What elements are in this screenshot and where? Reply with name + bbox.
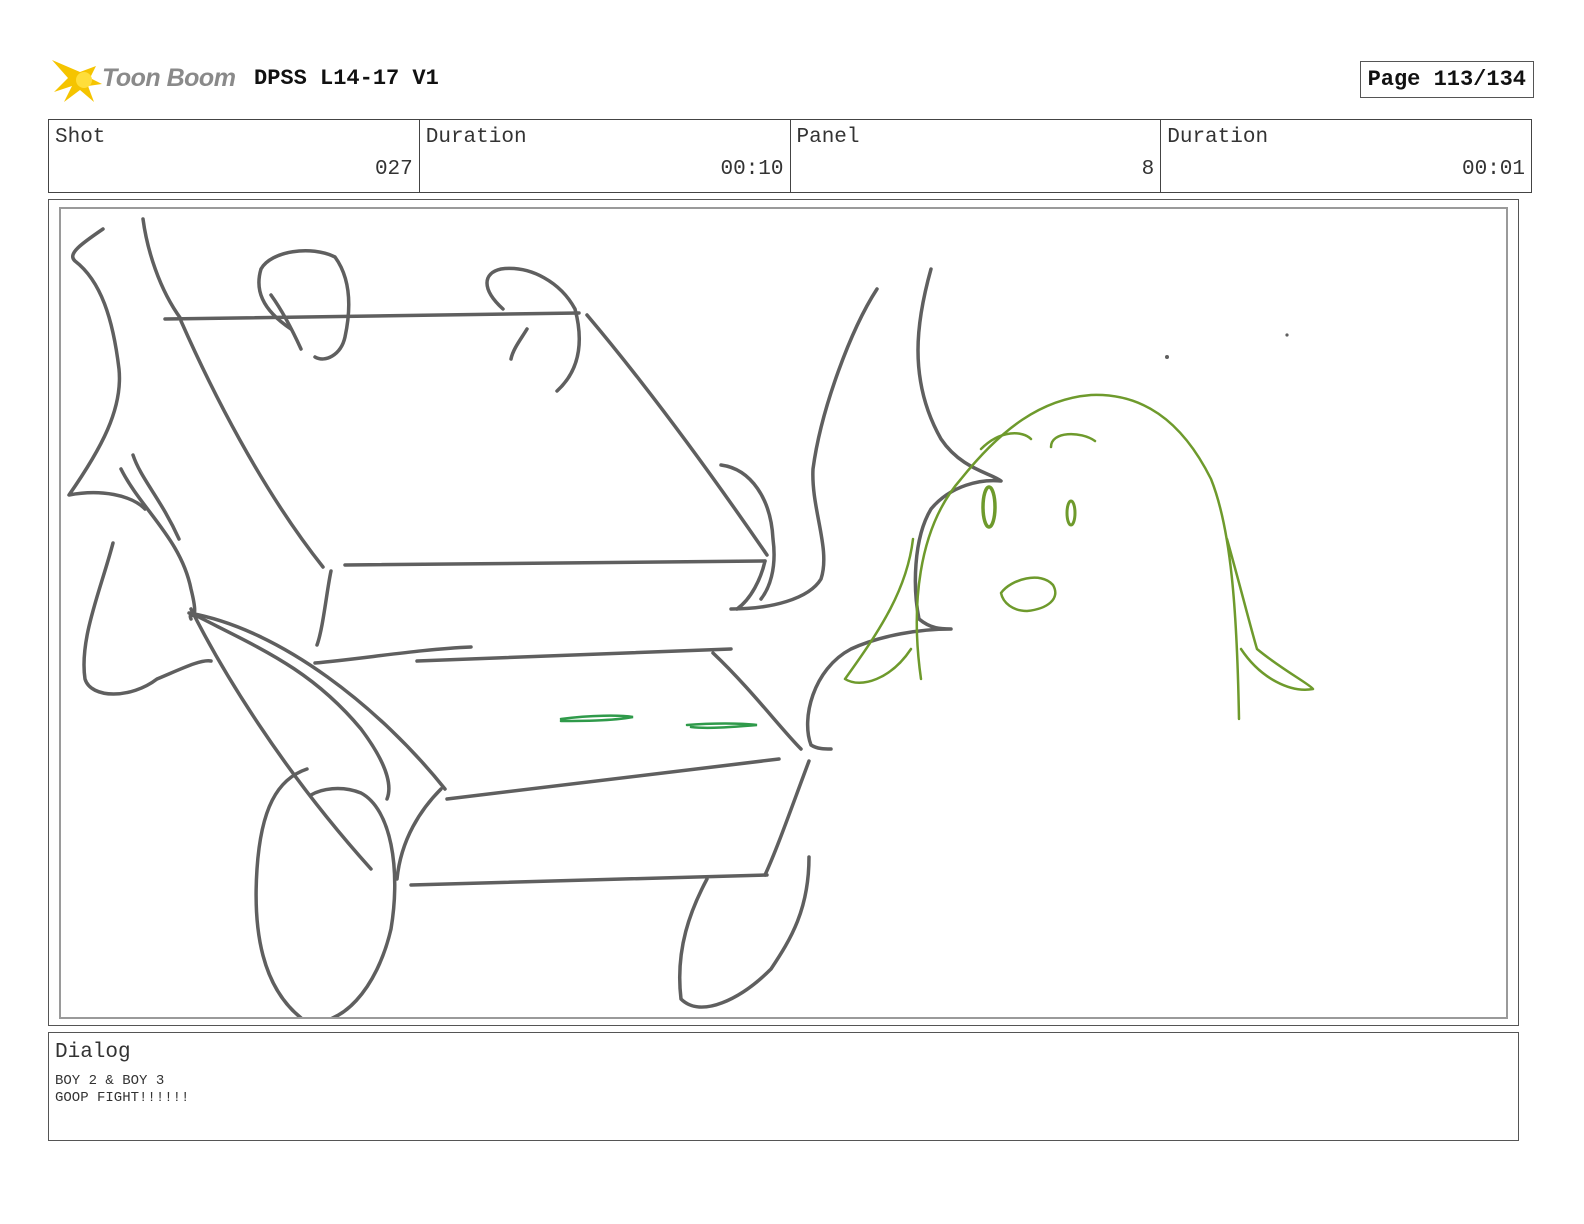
page-header: Toon Boom DPSS L14-17 V1 Page 113/134 (50, 52, 1534, 108)
dialog-line: BOY 2 & BOY 3 (55, 1073, 165, 1089)
storyboard-panel-frame (48, 199, 1519, 1026)
shot-duration-value: 00:10 (720, 158, 784, 181)
shot-duration-cell: Duration 00:10 (420, 120, 791, 192)
logo-burst-icon (52, 60, 102, 102)
goop-splash-marks (559, 714, 758, 730)
dialog-text: BOY 2 & BOY 3 GOOP FIGHT!!!!!! (55, 1073, 189, 1107)
panel-duration-value: 00:01 (1461, 158, 1525, 181)
dialog-box: Dialog BOY 2 & BOY 3 GOOP FIGHT!!!!!! (48, 1032, 1519, 1141)
dialog-line: GOOP FIGHT!!!!!! (55, 1090, 190, 1106)
cart-box-sketch (163, 311, 811, 887)
hands-sketch (257, 249, 1003, 751)
storyboard-sketch (67, 217, 1315, 1017)
panel-label: Panel (796, 126, 860, 149)
wheels-sketch (254, 767, 811, 1017)
toon-boom-logo: Toon Boom (50, 52, 240, 108)
shot-duration-label: Duration (425, 126, 527, 149)
shot-value: 027 (374, 158, 413, 181)
shot-info-table: Shot 027 Duration 00:10 Panel 8 Duration… (48, 119, 1532, 193)
document-title: DPSS L14-17 V1 (254, 66, 439, 91)
storyboard-panel-image (59, 207, 1508, 1019)
boy-arm-left-sketch (67, 217, 213, 696)
shot-cell: Shot 027 (49, 120, 420, 192)
panel-cell: Panel 8 (791, 120, 1162, 192)
dialog-label: Dialog (55, 1041, 131, 1064)
panel-value: 8 (1141, 158, 1155, 181)
panel-duration-cell: Duration 00:01 (1161, 120, 1531, 192)
logo-text: Toon Boom (102, 64, 236, 92)
page-indicator: Page 113/134 (1359, 61, 1534, 98)
panel-duration-label: Duration (1167, 126, 1269, 149)
shot-label: Shot (55, 126, 106, 149)
speck-dots (1165, 333, 1289, 359)
